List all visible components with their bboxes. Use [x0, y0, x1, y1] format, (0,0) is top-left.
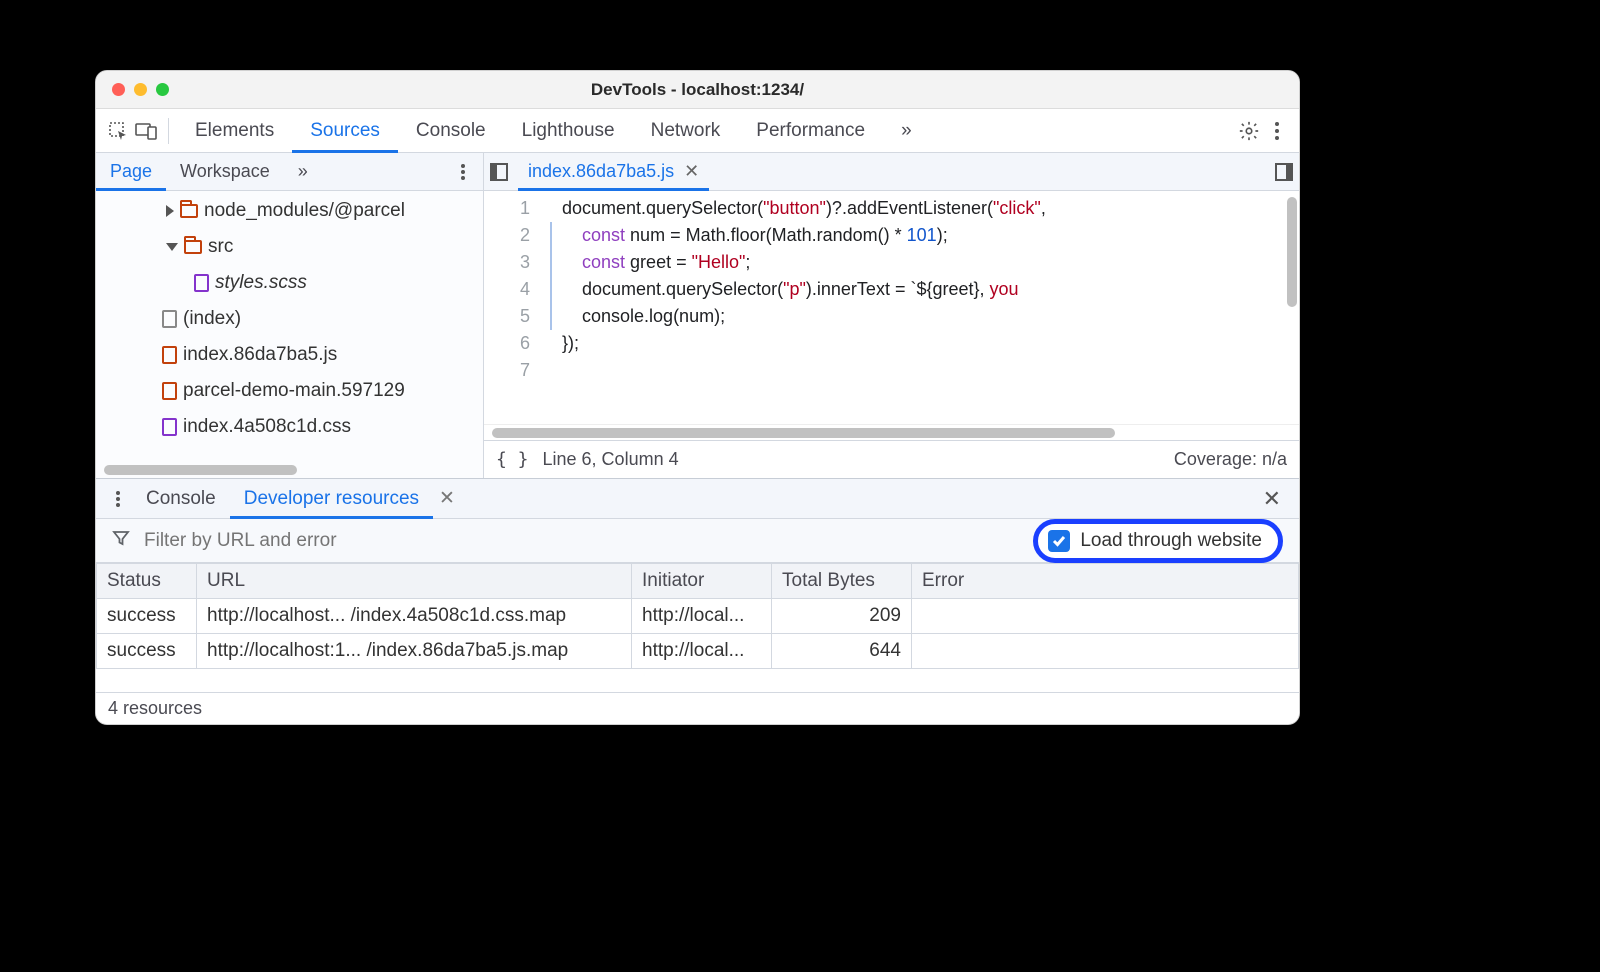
tree-file-index-css[interactable]: index.4a508c1d.css: [96, 409, 483, 445]
drawer-tabs: Console Developer resources ✕ ✕: [96, 479, 1299, 519]
expand-icon[interactable]: [166, 205, 174, 217]
tree-label: src: [208, 236, 233, 258]
table-row[interactable]: success http://localhost... /index.4a508…: [97, 599, 1299, 634]
line-gutter: 1234567: [484, 191, 544, 424]
editor-tabbar: index.86da7ba5.js ✕: [484, 153, 1299, 191]
col-total-bytes[interactable]: Total Bytes: [772, 564, 912, 599]
col-url[interactable]: URL: [197, 564, 632, 599]
show-debugger-icon[interactable]: [1275, 163, 1293, 181]
load-through-website-checkbox[interactable]: [1048, 530, 1070, 552]
file-icon: [162, 346, 177, 364]
editor-hscroll[interactable]: [484, 424, 1299, 440]
tree-folder-src[interactable]: src: [96, 229, 483, 265]
filter-bar: Load through website: [96, 519, 1299, 563]
file-icon: [162, 418, 177, 436]
file-icon: [194, 274, 209, 292]
inspect-icon[interactable]: [104, 117, 132, 145]
navigator-tabs-overflow-icon[interactable]: »: [284, 153, 322, 191]
load-through-website-control[interactable]: Load through website: [1033, 519, 1283, 563]
col-error[interactable]: Error: [912, 564, 1299, 599]
toolbar-separator: [168, 118, 169, 144]
drawer-tab-console[interactable]: Console: [132, 479, 230, 519]
navigator-tab-page[interactable]: Page: [96, 153, 166, 191]
pretty-print-icon[interactable]: { }: [496, 449, 529, 470]
cursor-position: Line 6, Column 4: [543, 449, 679, 470]
file-tree[interactable]: node_modules/@parcel src styles.scss (in…: [96, 191, 483, 462]
tree-file-parcel-demo[interactable]: parcel-demo-main.597129: [96, 373, 483, 409]
tabs-overflow-icon[interactable]: »: [883, 109, 930, 153]
close-window-button[interactable]: [112, 83, 125, 96]
col-initiator[interactable]: Initiator: [632, 564, 772, 599]
close-drawer-tab-icon[interactable]: ✕: [433, 487, 461, 510]
editor-statusbar: { } Line 6, Column 4 Coverage: n/a: [484, 440, 1299, 478]
traffic-lights: [112, 83, 169, 96]
col-status[interactable]: Status: [97, 564, 197, 599]
settings-icon[interactable]: [1235, 117, 1263, 145]
load-through-website-label: Load through website: [1080, 530, 1262, 552]
show-navigator-icon[interactable]: [490, 163, 508, 181]
editor-tab-active[interactable]: index.86da7ba5.js ✕: [518, 153, 709, 191]
filter-icon[interactable]: [112, 529, 130, 553]
window-title: DevTools - localhost:1234/: [96, 80, 1299, 100]
kebab-menu-icon[interactable]: [1263, 117, 1291, 145]
resources-table[interactable]: Status URL Initiator Total Bytes Error s…: [96, 563, 1299, 692]
table-row[interactable]: success http://localhost:1... /index.86d…: [97, 634, 1299, 669]
sources-panel: Page Workspace » node_modules/@parcel sr…: [96, 153, 1299, 478]
tab-sources[interactable]: Sources: [292, 109, 398, 153]
drawer-kebab-icon[interactable]: [104, 485, 132, 513]
editor-pane: index.86da7ba5.js ✕ 1234567 document.que…: [484, 153, 1299, 478]
navigator-pane: Page Workspace » node_modules/@parcel sr…: [96, 153, 484, 478]
tree-label: parcel-demo-main.597129: [183, 380, 405, 402]
coverage-status: Coverage: n/a: [1174, 449, 1287, 470]
navigator-tabs: Page Workspace »: [96, 153, 483, 191]
resource-count: 4 resources: [108, 698, 202, 719]
drawer-footer: 4 resources: [96, 692, 1299, 724]
drawer: Console Developer resources ✕ ✕ Load thr…: [96, 478, 1299, 724]
tab-network[interactable]: Network: [633, 109, 739, 153]
table-header-row: Status URL Initiator Total Bytes Error: [97, 564, 1299, 599]
device-toggle-icon[interactable]: [132, 117, 160, 145]
tree-file-index-js[interactable]: index.86da7ba5.js: [96, 337, 483, 373]
navigator-hscroll[interactable]: [96, 462, 483, 478]
filter-input[interactable]: [144, 530, 544, 552]
tree-label: index.4a508c1d.css: [183, 416, 351, 438]
devtools-window: DevTools - localhost:1234/ Elements Sour…: [95, 70, 1300, 725]
file-icon: [162, 382, 177, 400]
maximize-window-button[interactable]: [156, 83, 169, 96]
close-tab-icon[interactable]: ✕: [684, 161, 699, 182]
tree-label: (index): [183, 308, 241, 330]
tree-label: node_modules/@parcel: [204, 200, 405, 222]
folder-icon: [184, 240, 202, 254]
navigator-tab-workspace[interactable]: Workspace: [166, 153, 284, 191]
tab-console[interactable]: Console: [398, 109, 504, 153]
close-drawer-icon[interactable]: ✕: [1253, 486, 1291, 512]
tab-performance[interactable]: Performance: [738, 109, 883, 153]
collapse-icon[interactable]: [166, 243, 178, 251]
code-content[interactable]: document.querySelector("button")?.addEve…: [544, 191, 1299, 424]
minimize-window-button[interactable]: [134, 83, 147, 96]
code-editor[interactable]: 1234567 document.querySelector("button")…: [484, 191, 1299, 424]
file-icon: [162, 310, 177, 328]
folder-icon: [180, 204, 198, 218]
tree-file-styles-scss[interactable]: styles.scss: [96, 265, 483, 301]
panel-tabs: Elements Sources Console Lighthouse Netw…: [177, 109, 930, 153]
tree-label: index.86da7ba5.js: [183, 344, 337, 366]
drawer-tab-developer-resources[interactable]: Developer resources: [230, 479, 433, 519]
navigator-kebab-icon[interactable]: [449, 158, 477, 186]
editor-tab-label: index.86da7ba5.js: [528, 161, 674, 182]
tree-folder-node-modules[interactable]: node_modules/@parcel: [96, 193, 483, 229]
tree-label: styles.scss: [215, 272, 307, 294]
tab-elements[interactable]: Elements: [177, 109, 292, 153]
main-toolbar: Elements Sources Console Lighthouse Netw…: [96, 109, 1299, 153]
tab-lighthouse[interactable]: Lighthouse: [504, 109, 633, 153]
tree-file-index[interactable]: (index): [96, 301, 483, 337]
titlebar: DevTools - localhost:1234/: [96, 71, 1299, 109]
editor-vscroll[interactable]: [1287, 197, 1297, 307]
